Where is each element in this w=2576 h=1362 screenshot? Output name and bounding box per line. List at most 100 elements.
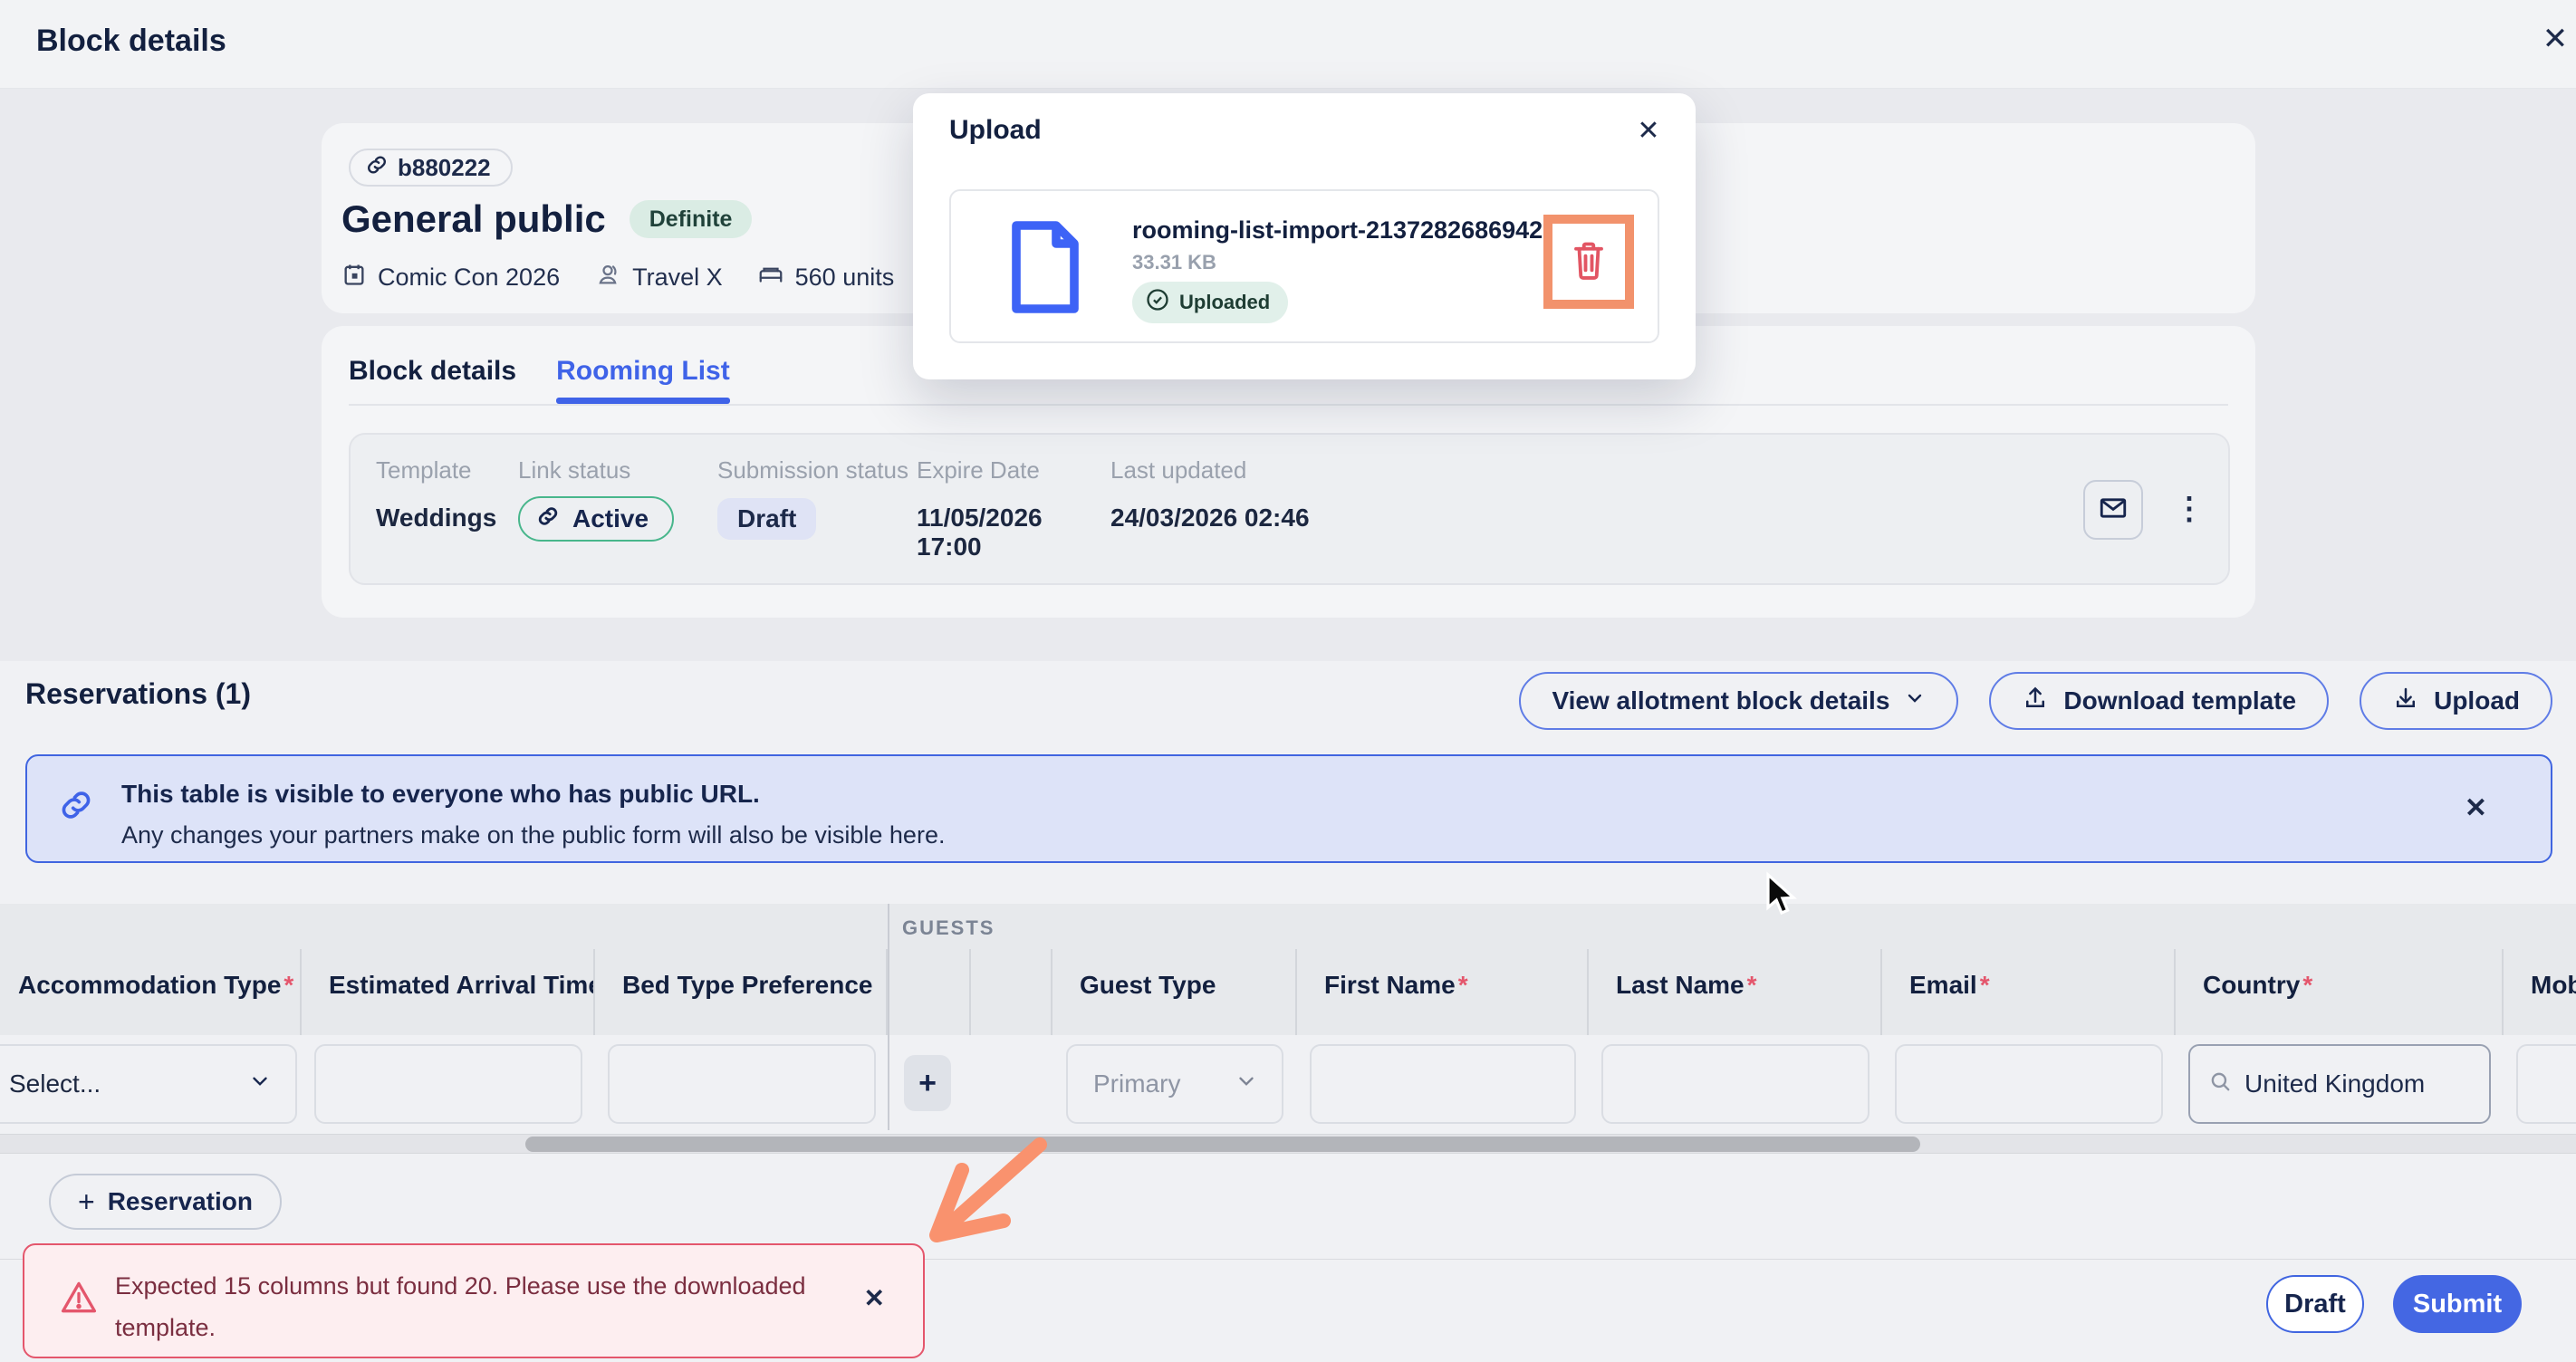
error-toast-message: Expected 15 columns but found 20. Please… [115,1265,831,1348]
link-icon [58,787,94,828]
upload-button[interactable]: Upload [2360,672,2552,730]
header-guest-type: Guest Type [1053,949,1297,1035]
uploaded-file-card: rooming-list-import-2137282686942… 33.31… [949,189,1659,343]
trash-icon [1570,239,1608,285]
banner-subtitle: Any changes your partners make on the pu… [121,821,945,849]
add-reservation-button[interactable]: + Reservation [49,1174,282,1230]
horizontal-scrollbar-thumb[interactable] [525,1137,1920,1152]
view-allotment-block-details-button[interactable]: View allotment block details [1519,672,1958,730]
header-mobile: Mobile [2504,949,2576,1035]
mobile-input[interactable] [2516,1044,2576,1124]
accommodation-type-value: Select... [9,1069,101,1098]
chevron-down-icon [1904,686,1926,715]
error-toast: Expected 15 columns but found 20. Please… [23,1243,925,1358]
envelope-icon [2098,493,2129,528]
units-meta: 560 units [757,261,895,294]
country-input[interactable]: United Kingdom [2188,1044,2491,1124]
chevron-down-icon [248,1069,272,1099]
banner-title: This table is visible to everyone who ha… [121,780,760,809]
col-submission-status: Submission status [717,456,908,484]
search-icon [2208,1069,2232,1099]
accommodation-type-select[interactable]: Select... [0,1044,297,1124]
header-email: Email [1882,949,2176,1035]
uploaded-badge: Uploaded [1132,282,1288,323]
close-icon[interactable]: ✕ [1629,111,1668,151]
calendar-icon [341,262,367,293]
first-name-input[interactable] [1310,1044,1576,1124]
rooming-list-panel: Template Weddings Link status Active [349,433,2230,585]
public-url-banner: This table is visible to everyone who ha… [25,754,2552,863]
tab-block-details[interactable]: Block details [349,339,516,404]
check-circle-icon [1145,287,1170,318]
status-badge: Definite [630,200,753,238]
header-country: Country [2176,949,2504,1035]
error-toast-close-icon[interactable]: ✕ [864,1283,885,1313]
agent-icon [594,261,621,294]
block-id-chip[interactable]: b880222 [349,149,513,187]
units-value: 560 units [795,264,895,292]
email-button[interactable] [2083,480,2143,540]
guests-group-header: GUESTS [0,904,2576,949]
link-icon [536,504,560,534]
bed-type-preference-input[interactable] [608,1044,876,1124]
submit-button[interactable]: Submit [2393,1275,2522,1333]
chevron-down-icon [1235,1069,1258,1099]
page-title: Block details [36,24,226,59]
col-last-updated: Last updated [1110,456,1246,484]
guest-type-select[interactable]: Primary [1066,1044,1283,1124]
file-icon [1002,215,1089,324]
partner-name: Travel X [632,264,723,292]
guest-type-value: Primary [1093,1069,1180,1098]
close-icon[interactable]: ✕ [2534,18,2576,60]
link-status-text: Active [572,504,649,533]
last-name-input[interactable] [1601,1044,1870,1124]
horizontal-scrollbar [0,1134,2576,1154]
estimated-arrival-time-input[interactable] [314,1044,582,1124]
reservation-row: Select... + Primary [0,1035,2576,1130]
banner-close-icon[interactable]: ✕ [2465,792,2487,824]
file-size: 33.31 KB [1132,251,1216,274]
reservations-heading: Reservations (1) [25,677,251,711]
download-template-label: Download template [2063,686,2296,715]
partner-meta: Travel X [594,261,723,294]
add-reservation-label: Reservation [108,1187,253,1216]
country-value: United Kingdom [2244,1069,2425,1098]
header-first-name: First Name [1297,949,1589,1035]
link-status-pill[interactable]: Active [518,496,674,542]
event-name: Comic Con 2026 [378,264,560,292]
col-template: Template [376,456,472,484]
header-add-guest-spacer [888,949,971,1035]
block-title: General public [341,197,606,241]
upload-icon [2392,685,2419,718]
delete-file-button[interactable] [1543,215,1634,309]
draft-button[interactable]: Draft [2266,1275,2364,1333]
reservations-table: GUESTS Accommodation Type Estimated Arri… [0,904,2576,1130]
email-input[interactable] [1895,1044,2163,1124]
top-bar: Block details ✕ [0,0,2576,89]
kebab-menu-icon[interactable]: ⋮ [2174,500,2205,519]
header-bed-type-preference: Bed Type Preference [595,949,888,1035]
submission-status-badge: Draft [717,498,816,540]
download-template-icon [2022,685,2049,718]
last-updated-value: 24/03/2026 02:46 [1110,504,1310,532]
uploaded-badge-text: Uploaded [1179,291,1270,314]
download-template-button[interactable]: Download template [1989,672,2329,730]
block-id-text: b880222 [398,154,491,182]
header-last-name: Last Name [1589,949,1882,1035]
expire-date-value: 11/05/2026 17:00 [917,504,1110,561]
reservations-section: Reservations (1) View allotment block de… [0,661,2576,1362]
block-meta-row: Comic Con 2026 Travel X 560 units [341,261,894,294]
file-name: rooming-list-import-2137282686942… [1132,216,1603,245]
tab-rooming-list[interactable]: Rooming List [556,339,730,404]
add-guest-button[interactable]: + [904,1055,951,1111]
link-icon [365,153,389,183]
template-value: Weddings [376,504,496,532]
event-meta: Comic Con 2026 [341,262,560,293]
block-details-screen: Block details ✕ b880222 General public D… [0,0,2576,1362]
upload-label: Upload [2434,686,2520,715]
guests-column-divider [888,904,889,1130]
table-header-row: Accommodation Type Estimated Arrival Tim… [0,949,2576,1035]
col-expire-date: Expire Date [917,456,1040,484]
header-guest-index-spacer [971,949,1053,1035]
upload-modal-title: Upload [949,115,1042,146]
